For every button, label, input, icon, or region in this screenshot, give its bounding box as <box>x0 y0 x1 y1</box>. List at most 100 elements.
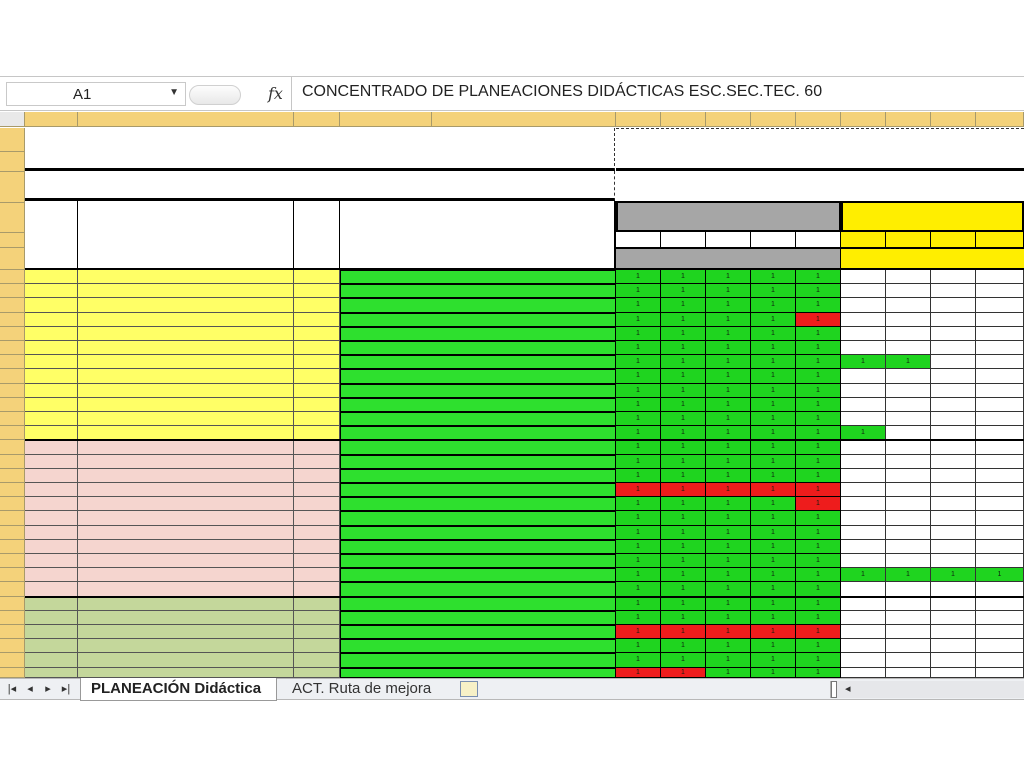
row-header-28[interactable] <box>0 568 25 583</box>
status-cell-feb[interactable]: 1 <box>661 454 706 469</box>
column-header-ad[interactable] <box>661 112 706 127</box>
row-grupo[interactable] <box>294 284 340 299</box>
status-cell-feb[interactable]: 1 <box>796 639 841 654</box>
row-no[interactable] <box>25 511 78 526</box>
status-cell-mar[interactable] <box>931 539 976 554</box>
column-header-e[interactable] <box>432 112 616 127</box>
status-cell-mar[interactable] <box>976 412 1024 427</box>
status-cell-feb[interactable]: 1 <box>796 511 841 526</box>
row-no[interactable] <box>25 454 78 469</box>
row-nombre[interactable] <box>340 483 616 498</box>
status-cell-mar[interactable] <box>841 483 886 498</box>
status-cell-mar[interactable] <box>931 511 976 526</box>
status-cell-feb[interactable]: 1 <box>706 539 751 554</box>
status-cell-feb[interactable]: 1 <box>616 440 661 455</box>
row-header-3[interactable] <box>0 172 25 203</box>
status-cell-feb[interactable]: 1 <box>706 383 751 398</box>
row-nombre[interactable] <box>340 568 616 583</box>
row-no[interactable] <box>25 554 78 569</box>
row-no[interactable] <box>25 468 78 483</box>
status-cell-mar[interactable] <box>841 440 886 455</box>
row-grupo[interactable] <box>294 610 340 625</box>
status-cell-feb[interactable]: 1 <box>616 639 661 654</box>
status-cell-mar[interactable] <box>976 639 1024 654</box>
status-cell-feb[interactable]: 1 <box>616 539 661 554</box>
status-cell-feb[interactable]: 1 <box>751 341 796 356</box>
status-cell-mar[interactable] <box>976 667 1024 678</box>
status-cell-mar[interactable] <box>841 667 886 678</box>
status-cell-mar[interactable] <box>931 284 976 299</box>
status-cell-feb[interactable]: 1 <box>796 525 841 540</box>
column-header-ac[interactable] <box>616 112 661 127</box>
row-asignatura[interactable] <box>78 312 294 327</box>
status-cell-feb[interactable]: 1 <box>796 369 841 384</box>
status-cell-feb[interactable]: 1 <box>661 582 706 597</box>
status-cell-feb[interactable]: 1 <box>661 270 706 285</box>
row-header-13[interactable] <box>0 355 25 370</box>
row-nombre[interactable] <box>340 298 616 313</box>
status-cell-mar[interactable] <box>931 440 976 455</box>
status-cell-mar[interactable] <box>976 625 1024 640</box>
row-header-30[interactable] <box>0 596 25 611</box>
row-no[interactable] <box>25 568 78 583</box>
status-cell-mar[interactable] <box>931 596 976 611</box>
status-cell-mar[interactable] <box>841 511 886 526</box>
status-cell-feb[interactable]: 1 <box>706 270 751 285</box>
status-cell-feb[interactable]: 1 <box>616 298 661 313</box>
row-nombre[interactable] <box>340 383 616 398</box>
status-cell-mar[interactable] <box>931 326 976 341</box>
status-cell-feb[interactable]: 1 <box>706 454 751 469</box>
status-cell-mar[interactable] <box>931 667 976 678</box>
status-cell-mar[interactable] <box>886 483 931 498</box>
row-asignatura[interactable] <box>78 412 294 427</box>
row-asignatura[interactable] <box>78 270 294 285</box>
row-header-23[interactable] <box>0 497 25 512</box>
status-cell-feb[interactable]: 1 <box>706 610 751 625</box>
row-nombre[interactable] <box>340 454 616 469</box>
status-cell-mar[interactable] <box>931 312 976 327</box>
status-cell-mar[interactable]: 1 <box>886 355 931 370</box>
status-cell-mar[interactable] <box>886 270 931 285</box>
row-asignatura[interactable] <box>78 440 294 455</box>
status-cell-feb[interactable]: 1 <box>751 284 796 299</box>
status-cell-feb[interactable]: 1 <box>796 483 841 498</box>
row-nombre[interactable] <box>340 312 616 327</box>
status-cell-mar[interactable] <box>841 369 886 384</box>
status-cell-mar[interactable]: 1 <box>841 426 886 441</box>
status-cell-mar[interactable] <box>886 426 931 441</box>
status-cell-feb[interactable]: 1 <box>751 355 796 370</box>
status-cell-mar[interactable] <box>886 341 931 356</box>
status-cell-feb[interactable]: 1 <box>796 468 841 483</box>
status-cell-mar[interactable] <box>931 355 976 370</box>
status-cell-mar[interactable] <box>886 284 931 299</box>
status-cell-feb[interactable]: 1 <box>706 397 751 412</box>
status-cell-mar[interactable] <box>841 525 886 540</box>
status-cell-feb[interactable]: 1 <box>796 383 841 398</box>
row-header-33[interactable] <box>0 639 25 654</box>
status-cell-feb[interactable]: 1 <box>706 468 751 483</box>
row-no[interactable] <box>25 539 78 554</box>
status-cell-feb[interactable]: 1 <box>661 440 706 455</box>
status-cell-mar[interactable] <box>976 483 1024 498</box>
column-header-ag[interactable] <box>796 112 841 127</box>
status-cell-feb[interactable]: 1 <box>706 568 751 583</box>
row-header-10[interactable] <box>0 312 25 327</box>
row-no[interactable] <box>25 440 78 455</box>
status-cell-mar[interactable]: 1 <box>886 568 931 583</box>
row-asignatura[interactable] <box>78 511 294 526</box>
status-cell-feb[interactable]: 1 <box>751 312 796 327</box>
status-cell-mar[interactable] <box>976 525 1024 540</box>
status-cell-mar[interactable] <box>931 298 976 313</box>
row-nombre[interactable] <box>340 639 616 654</box>
status-cell-feb[interactable]: 1 <box>706 511 751 526</box>
status-cell-feb[interactable]: 1 <box>751 639 796 654</box>
row-header-34[interactable] <box>0 653 25 668</box>
first-sheet-icon[interactable]: |◂ <box>6 682 18 695</box>
status-cell-mar[interactable] <box>886 525 931 540</box>
status-cell-mar[interactable]: 1 <box>841 355 886 370</box>
status-cell-feb[interactable]: 1 <box>661 625 706 640</box>
status-cell-mar[interactable] <box>886 610 931 625</box>
status-cell-feb[interactable]: 1 <box>706 312 751 327</box>
row-asignatura[interactable] <box>78 625 294 640</box>
row-nombre[interactable] <box>340 355 616 370</box>
